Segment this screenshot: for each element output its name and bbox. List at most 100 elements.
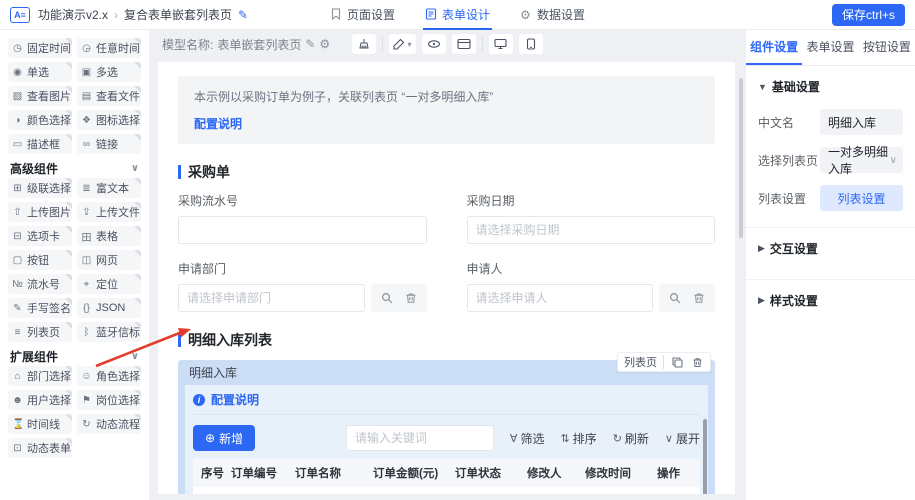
field-input[interactable] [467,216,716,244]
component-item-serial-number[interactable]: №流水号 [8,274,72,294]
table-header-cell: 订单名称 [295,465,373,481]
component-item-upload-file[interactable]: ⇪上传文件 [77,202,141,222]
component-item-label: 富文本 [96,180,129,196]
component-item-tabs[interactable]: ⊟ 选项卡 [8,226,72,246]
search-icon[interactable] [377,288,397,308]
config-help-link[interactable]: 配置说明 [194,115,699,132]
component-item-dynamic-flow[interactable]: ↻动态流程 [77,414,141,434]
rich-text-icon: ≣ [81,183,92,194]
clear-icon[interactable] [689,288,709,308]
tab-form-design[interactable]: 表单设计 [423,0,492,30]
detail-config-link[interactable]: 配置说明 [211,391,259,408]
field-input[interactable] [178,216,427,244]
component-group-header[interactable]: 高级组件∨ [8,158,141,178]
tabs-icon: ⊟ [12,231,23,242]
list-action-筛选[interactable]: ∀筛选 [510,430,545,447]
component-group-header[interactable]: 扩展组件∨ [8,346,141,366]
component-item-view-image[interactable]: ▨查看图片 [8,86,72,106]
breadcrumb-app[interactable]: 功能演示v2.x [38,6,108,23]
section-basic-settings[interactable]: ▼ 基础设置 [746,66,915,103]
component-item-rich-text[interactable]: ≣ 富文本 [77,178,141,198]
component-item-label: 选项卡 [27,228,60,244]
component-item-view-file[interactable]: ▤查看文件 [77,86,141,106]
component-item-link[interactable]: ∞链接 [77,134,141,154]
description-component[interactable]: 本示例以采购订单为例子，关联列表页 “一对多明细入库” 配置说明 [178,76,715,144]
detail-list-component-selected[interactable]: 列表页 明细入库 i 配置说明 [178,360,715,494]
component-item-any-time[interactable]: ◶任意时间 [77,38,141,58]
canvas-toolbar: 模型名称: 表单嵌套列表页 ✎ ⚙ ▾ [150,30,745,58]
component-item-icon-picker[interactable]: ❖图标选择 [77,110,141,130]
link-tool-icon[interactable] [422,34,446,54]
keyword-search-input[interactable] [346,425,494,451]
edit-model-name-icon[interactable]: ✎ [305,37,315,51]
component-item-cascade-select[interactable]: ⊞级联选择 [8,178,72,198]
tab-component-settings[interactable]: 组件设置 [746,30,802,65]
tab-data-settings[interactable]: ⚙ 数据设置 [518,0,587,30]
list-action-展开[interactable]: ∨展开 [665,430,700,447]
component-item-checkbox[interactable]: ▣多选 [77,62,141,82]
detail-list-scrollbar[interactable] [703,419,707,494]
field-input[interactable] [467,284,654,312]
component-item-color-picker[interactable]: ◑颜色选择 [8,110,72,130]
webpage-icon: ◫ [81,255,92,266]
component-item-user-select[interactable]: ☻用户选择 [8,390,72,410]
edit-title-icon[interactable]: ✎ [238,8,248,22]
tab-form-settings[interactable]: 表单设置 [802,30,858,65]
tab-button-settings[interactable]: 按钮设置 [859,30,915,65]
component-item-label: 角色选择 [96,368,140,384]
model-settings-icon[interactable]: ⚙ [319,37,330,51]
component-item-timeline[interactable]: ⌛时间线 [8,414,72,434]
delete-icon[interactable] [690,355,704,369]
component-item-post-select[interactable]: ⚑岗位选择 [77,390,141,410]
component-item-location[interactable]: ⌖定位 [77,274,141,294]
list-action-排序[interactable]: ⇅排序 [560,430,596,447]
section-style-settings[interactable]: ▶ 样式设置 [746,280,915,321]
component-item-department-select[interactable]: ⌂部门选择 [8,366,72,386]
section-interaction-settings-wrap: ▶ 交互设置 [746,227,915,269]
canvas-scrollbar[interactable] [739,78,743,238]
component-item-description[interactable]: ▭描述框 [8,134,72,154]
add-record-button[interactable]: ⊕ 新增 [193,425,255,451]
clear-icon[interactable] [401,288,421,308]
form-canvas-sheet: 本示例以采购订单为例子，关联列表页 “一对多明细入库” 配置说明 采购单 采购流… [158,62,735,494]
tab-page-settings[interactable]: 页面设置 [328,0,397,30]
field-input[interactable] [178,284,365,312]
desktop-preview-icon[interactable] [489,34,513,54]
checkbox-icon: ▣ [81,67,92,78]
list-page-action[interactable]: 列表页 [624,354,657,370]
save-button[interactable]: 保存ctrl+s [832,4,905,26]
component-item-upload-image[interactable]: ⇧上传图片 [8,202,72,222]
component-item-list-page[interactable]: ≡列表页 [8,322,72,342]
color-picker-icon: ◑ [12,115,23,126]
component-item-webpage[interactable]: ◫网页 [77,250,141,270]
list-setting-button[interactable]: 列表设置 [820,185,903,211]
component-item-radio[interactable]: ◉单选 [8,62,72,82]
component-item-signature[interactable]: ✎手写签名 [8,298,72,318]
list-action-刷新[interactable]: ↻刷新 [613,430,649,447]
component-item-button[interactable]: ▢按钮 [8,250,72,270]
cn-name-input[interactable] [820,109,903,135]
section-interaction-settings[interactable]: ▶ 交互设置 [746,228,915,269]
copy-icon[interactable] [670,355,684,369]
list-page-select[interactable]: 一对多明细入库 ∨ [820,147,903,173]
purchase-fields-grid: 采购流水号采购日期申请部门申请人 [178,192,715,312]
component-item-role-select[interactable]: ☺角色选择 [77,366,141,386]
component-item-dynamic-form[interactable]: ⊡动态表单 [8,438,72,458]
component-item-table[interactable]: 田表格 [77,226,141,246]
mobile-preview-icon[interactable] [519,34,543,54]
settings-panel: 组件设置 表单设置 按钮设置 ▼ 基础设置 中文名 选择列表页 一对多明细入库 … [745,30,915,500]
component-item-json[interactable]: {}JSON [77,298,141,318]
magic-tool-dropdown[interactable]: ▾ [389,34,415,54]
chevron-down-icon: ∨ [131,351,139,362]
clear-canvas-icon[interactable] [352,34,376,54]
group-label: 高级组件 [10,160,58,177]
component-item-fixed-time[interactable]: ◷固定时间 [8,38,72,58]
section-label: 基础设置 [772,78,820,95]
form-field: 申请部门 [178,260,427,312]
component-items-grid: ⌂部门选择☺角色选择☻用户选择⚑岗位选择⌛时间线↻动态流程⊡动态表单 [8,366,141,458]
view-file-icon: ▤ [81,91,92,102]
card-tool-icon[interactable] [452,34,476,54]
search-icon[interactable] [665,288,685,308]
app-logo-icon[interactable]: A≡ [10,7,30,23]
component-item-bluetooth-beacon[interactable]: ᛒ蓝牙信标 [77,322,141,342]
